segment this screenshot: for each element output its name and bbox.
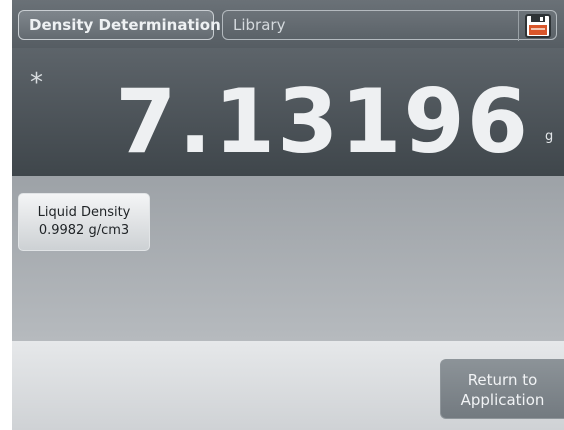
weight-display: * 7.13196 g [12, 48, 564, 176]
application-tab[interactable]: Density Determination [18, 10, 221, 40]
liquid-density-value: 0.9982 g/cm3 [38, 223, 130, 238]
weight-unit[interactable]: g [545, 130, 553, 144]
weight-value: 7.13196 [115, 70, 530, 173]
library-tab[interactable]: Library [222, 10, 557, 40]
return-label-line1: Return to [467, 371, 538, 389]
liquid-density-button[interactable]: Liquid Density 0.9982 g/cm3 [18, 193, 150, 251]
floppy-disk-icon [524, 14, 551, 38]
stable-indicator: * [30, 68, 43, 98]
balance-screen: Density Determination Library * 7.13196 … [12, 0, 564, 430]
return-to-application-button[interactable]: Return to Application [440, 359, 564, 419]
save-button[interactable] [518, 11, 556, 41]
footer-bar: Return to Application [12, 341, 564, 430]
parameter-panel: Liquid Density 0.9982 g/cm3 [12, 176, 564, 341]
header-bar: Density Determination Library [12, 0, 564, 48]
liquid-density-label: Liquid Density [37, 205, 131, 220]
return-label-line2: Application [460, 391, 545, 409]
